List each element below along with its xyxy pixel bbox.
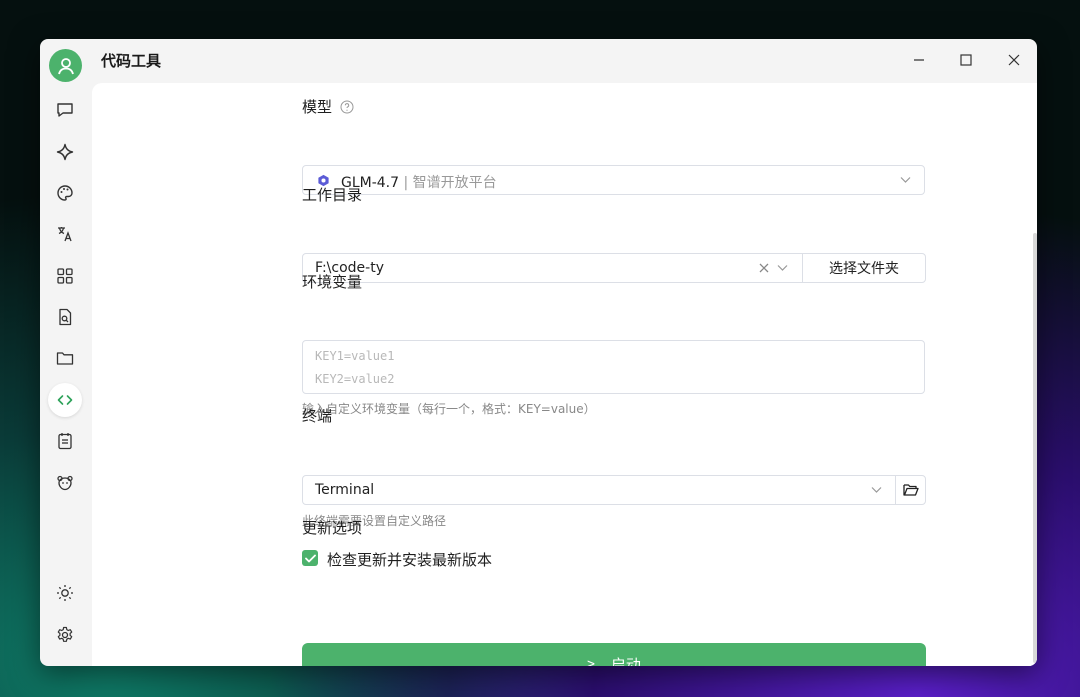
close-button[interactable]: [1001, 49, 1027, 71]
chat-icon: [57, 103, 73, 117]
main-content: 模型 GLM-4.7 | 智谱开放平台 工作目录 F:\code-ty 选择文件…: [92, 83, 1037, 666]
terminal-select[interactable]: Terminal: [302, 475, 896, 505]
env-placeholder-line2: KEY2=value2: [315, 372, 395, 386]
check-icon: [304, 554, 316, 562]
folder-open-icon: [902, 484, 919, 496]
bear-icon: [57, 475, 73, 491]
terminal-prompt-icon: >_: [587, 656, 603, 667]
env-textarea[interactable]: KEY1=value1 KEY2=value2: [302, 340, 925, 394]
workdir-select[interactable]: F:\code-ty: [302, 253, 803, 283]
palette-icon: [57, 185, 73, 201]
settings-icon: [57, 626, 73, 642]
env-placeholder-line1: KEY1=value1: [315, 349, 395, 363]
brightness-icon: [57, 585, 73, 601]
file-search-icon: [59, 308, 72, 326]
sidebar-item-assistant[interactable]: [48, 135, 82, 169]
sidebar-item-translate[interactable]: [48, 217, 82, 251]
app-title: 代码工具: [101, 52, 162, 70]
maximize-icon: [960, 54, 972, 66]
model-selected-value: GLM-4.7 | 智谱开放平台: [341, 172, 497, 192]
chevron-down-icon: [900, 177, 911, 183]
env-label: 环境变量: [302, 273, 363, 291]
code-icon: [57, 395, 73, 405]
minimize-button[interactable]: [906, 49, 932, 71]
scrollbar[interactable]: [1033, 233, 1037, 663]
sidebar-item-chat[interactable]: [48, 93, 82, 127]
title-bar: 代码工具: [40, 39, 1037, 83]
clear-icon[interactable]: [759, 263, 769, 273]
folder-icon: [56, 352, 74, 365]
launch-button[interactable]: >_ 启动: [302, 643, 926, 666]
sidebar-settings[interactable]: [48, 618, 82, 652]
question-circle-icon: [340, 100, 354, 114]
sidebar-item-paint[interactable]: [48, 176, 82, 210]
app-window: 代码工具 模型 GLM-4.7 | 智谱开放平台 工作目录 F:\code-ty…: [40, 39, 1037, 666]
minimize-icon: [914, 59, 924, 61]
sidebar-item-apps[interactable]: [48, 259, 82, 293]
workdir-label: 工作目录: [302, 186, 363, 204]
close-icon: [1008, 54, 1020, 66]
maximize-button[interactable]: [953, 49, 979, 71]
choose-folder-button[interactable]: 选择文件夹: [802, 253, 926, 283]
update-checkbox[interactable]: [302, 550, 318, 566]
env-hint: 输入自定义环境变量（每行一个，格式：KEY=value）: [302, 402, 596, 416]
user-icon: [57, 57, 74, 74]
model-separator: |: [399, 175, 413, 191]
help-icon[interactable]: [340, 99, 354, 118]
sidebar-item-code-tools[interactable]: [48, 383, 82, 417]
sidebar-item-file-search[interactable]: [48, 300, 82, 334]
model-provider: 智谱开放平台: [412, 175, 497, 191]
launch-label: 启动: [610, 655, 641, 667]
sparkle-icon: [56, 143, 74, 161]
chevron-down-icon: [871, 487, 882, 493]
sidebar-item-mascot[interactable]: [48, 466, 82, 500]
terminal-label: 终端: [302, 407, 333, 425]
update-checkbox-label[interactable]: 检查更新并安装最新版本: [327, 549, 492, 570]
model-label: 模型: [302, 98, 333, 116]
chevron-down-icon: [777, 265, 788, 271]
sidebar-theme-toggle[interactable]: [48, 576, 82, 610]
apps-grid-icon: [57, 268, 73, 284]
notes-icon: [58, 433, 72, 450]
sidebar-item-notes[interactable]: [48, 424, 82, 458]
sidebar: [40, 83, 92, 666]
update-label: 更新选项: [302, 519, 363, 537]
model-select[interactable]: GLM-4.7 | 智谱开放平台: [302, 165, 925, 195]
sidebar-item-files[interactable]: [48, 341, 82, 375]
translate-icon: [58, 227, 72, 242]
avatar[interactable]: [49, 49, 82, 82]
terminal-value: Terminal: [315, 482, 375, 498]
browse-terminal-button[interactable]: [895, 475, 926, 505]
